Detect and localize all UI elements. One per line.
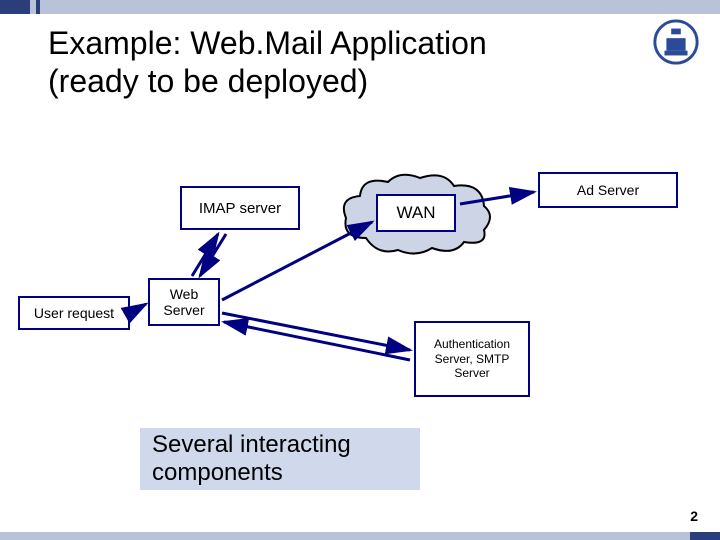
page-number: 2 bbox=[690, 508, 698, 524]
ad-server-node: Ad Server bbox=[538, 172, 678, 208]
title-line-2: (ready to be deployed) bbox=[48, 63, 368, 99]
wan-node: WAN bbox=[376, 194, 456, 232]
slide-top-border bbox=[0, 0, 720, 14]
user-request-node: User request bbox=[18, 296, 130, 330]
web-server-node: Web Server bbox=[148, 278, 220, 326]
ad-label: Ad Server bbox=[577, 182, 639, 198]
imap-label: IMAP server bbox=[199, 200, 281, 217]
imap-server-node: IMAP server bbox=[180, 186, 300, 230]
slide-title: Example: Web.Mail Application (ready to … bbox=[48, 24, 487, 101]
web-label: Web Server bbox=[150, 286, 218, 318]
wan-label: WAN bbox=[396, 203, 435, 223]
user-label: User request bbox=[34, 305, 114, 321]
institution-logo-icon bbox=[652, 18, 700, 66]
title-line-1: Example: Web.Mail Application bbox=[48, 25, 487, 61]
caption-text: Several interacting components bbox=[152, 431, 420, 486]
slide-bottom-border bbox=[0, 532, 720, 540]
caption-box: Several interacting components bbox=[140, 428, 420, 490]
auth-label: Authentication Server, SMTP Server bbox=[416, 337, 528, 380]
auth-server-node: Authentication Server, SMTP Server bbox=[414, 321, 530, 397]
